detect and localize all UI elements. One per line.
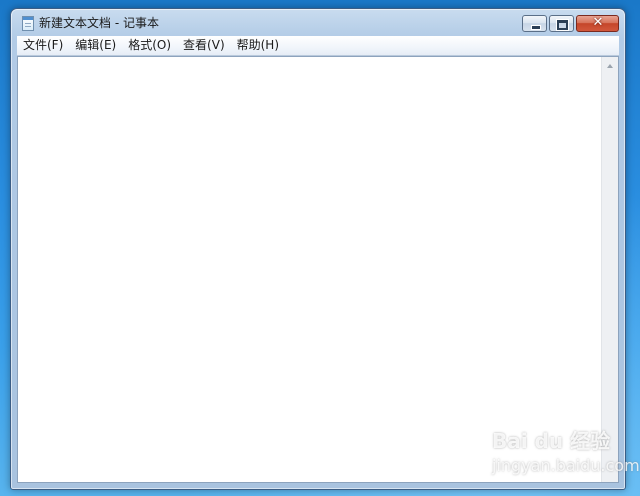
menu-edit[interactable]: 编辑(E) <box>69 37 122 54</box>
maximize-button[interactable] <box>549 15 574 32</box>
title-bar[interactable]: 新建文本文档 - 记事本 ✕ <box>11 9 625 37</box>
notepad-window: 新建文本文档 - 记事本 ✕ 文件(F) 编辑(E) 格式(O) 查看(V) 帮… <box>10 8 626 490</box>
watermark-url: jingyan.baidu.com <box>492 456 640 475</box>
caption-buttons: ✕ <box>520 15 619 33</box>
vertical-scrollbar[interactable] <box>601 57 618 482</box>
minimize-button[interactable] <box>522 15 547 32</box>
menu-view[interactable]: 查看(V) <box>177 37 231 54</box>
menu-help[interactable]: 帮助(H) <box>231 37 285 54</box>
menu-bar: 文件(F) 编辑(E) 格式(O) 查看(V) 帮助(H) <box>17 36 619 56</box>
scroll-up-icon[interactable] <box>607 64 613 68</box>
close-icon: ✕ <box>592 15 604 30</box>
editor-frame <box>17 56 619 483</box>
maximize-icon <box>556 19 569 31</box>
notepad-icon[interactable] <box>22 16 34 31</box>
minimize-icon <box>531 25 541 30</box>
window-title: 新建文本文档 - 记事本 <box>39 16 159 30</box>
menu-format[interactable]: 格式(O) <box>122 37 177 54</box>
menu-file[interactable]: 文件(F) <box>17 37 69 54</box>
watermark-logo: Bai du 经验 <box>492 429 611 453</box>
text-editor[interactable] <box>18 57 601 482</box>
close-button[interactable]: ✕ <box>576 15 619 32</box>
